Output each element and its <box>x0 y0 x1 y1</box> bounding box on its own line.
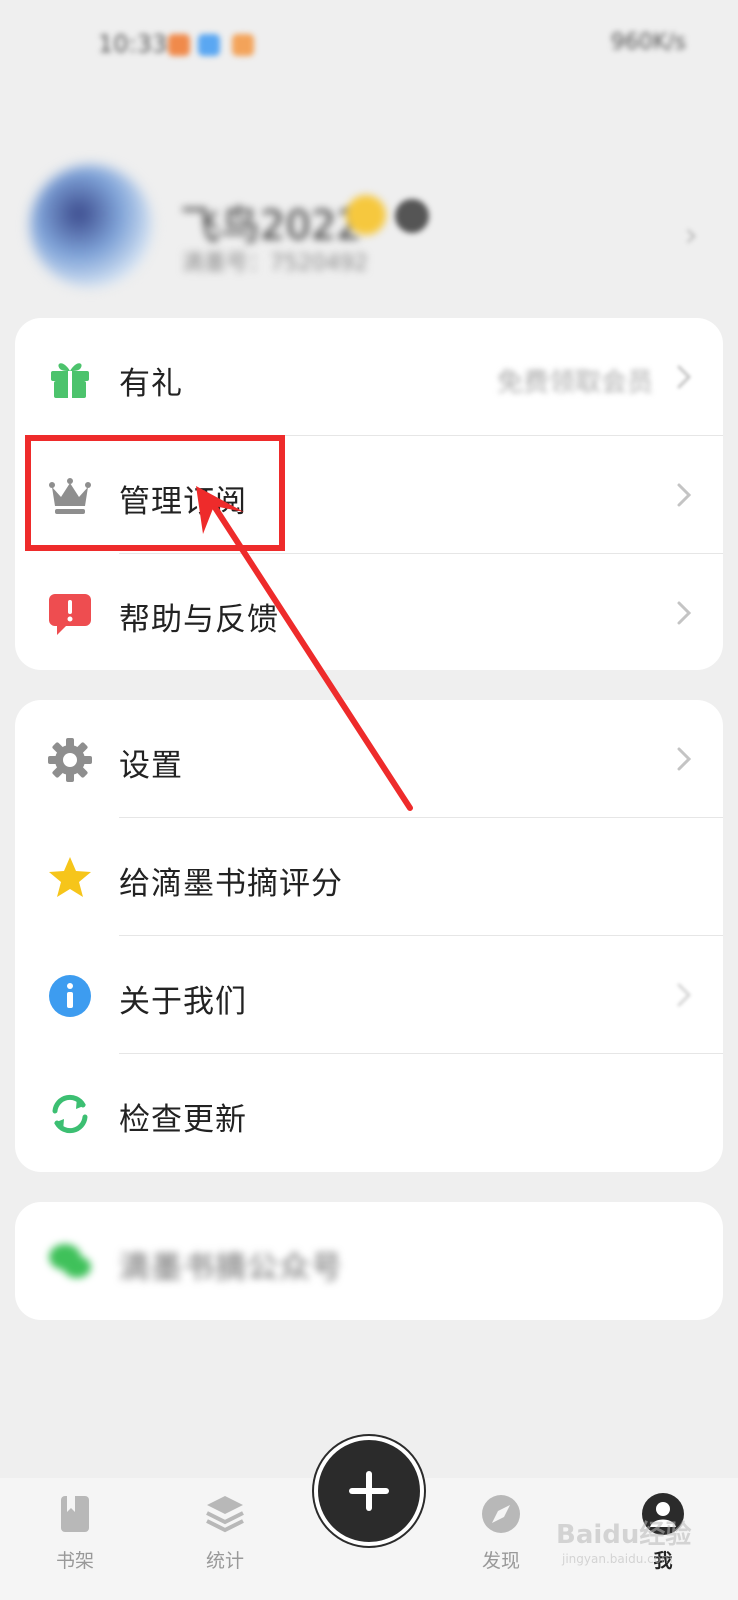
chevron-right-icon <box>677 601 692 625</box>
gift-icon <box>51 363 89 398</box>
menu-item-rate-app[interactable]: 给滴墨书摘评分 <box>15 818 723 936</box>
status-bar: 10:33 960K/s <box>0 0 738 90</box>
menu-item-label: 检查更新 <box>119 1102 247 1138</box>
profile-name: 飞鸟2022 <box>180 203 362 249</box>
nav-item-discover[interactable]: 发现 <box>446 1492 556 1592</box>
wechat-icon <box>49 1244 91 1278</box>
watermark: Baidu经验 jingyan.baidu.com <box>556 1500 726 1590</box>
profile-page: 10:33 960K/s 飞鸟2022 滴墨号：7520492 › 有礼 免费领… <box>0 0 738 1600</box>
profile-id: 滴墨号：7520492 <box>182 251 368 276</box>
profile-header[interactable]: 飞鸟2022 滴墨号：7520492 › <box>0 165 738 295</box>
nav-label: 统计 <box>205 1550 244 1572</box>
menu-item-label: 滴墨书摘公众号 <box>119 1250 343 1286</box>
chevron-right-icon <box>677 483 692 507</box>
menu-card-wechat: 滴墨书摘公众号 <box>15 1202 723 1320</box>
nav-item-bookshelf[interactable]: 书架 <box>20 1492 130 1592</box>
star-icon <box>49 857 91 897</box>
chevron-right-icon <box>677 747 692 771</box>
network-speed: 960K/s <box>610 30 686 55</box>
nav-label: 书架 <box>55 1550 94 1572</box>
nav-item-stats[interactable]: 统计 <box>170 1492 280 1592</box>
badge-icon <box>395 199 429 233</box>
menu-item-about-us[interactable]: 关于我们 <box>15 936 723 1054</box>
menu-item-label: 关于我们 <box>119 984 247 1020</box>
annotation-highlight-box <box>25 435 285 551</box>
menu-item-label: 设置 <box>119 748 183 784</box>
gear-icon <box>48 738 92 782</box>
menu-item-wechat-account[interactable]: 滴墨书摘公众号 <box>15 1202 723 1320</box>
menu-card-secondary: 设置 给滴墨书摘评分 关于我们 检查更新 <box>15 700 723 1172</box>
menu-item-settings[interactable]: 设置 <box>15 700 723 818</box>
stats-icon <box>206 1496 244 1533</box>
notification-icon <box>168 34 190 56</box>
menu-item-help-feedback[interactable]: 帮助与反馈 <box>15 554 723 672</box>
bookshelf-icon <box>61 1496 89 1532</box>
menu-item-label: 帮助与反馈 <box>119 602 279 638</box>
nav-label: 发现 <box>481 1550 520 1572</box>
plus-icon <box>349 1471 389 1511</box>
watermark-text: Baidu经验 <box>556 1520 692 1550</box>
emoji-icon <box>346 195 386 235</box>
chevron-right-icon: › <box>684 215 698 255</box>
refresh-icon <box>52 1094 88 1134</box>
notification-icon <box>198 34 220 56</box>
status-time: 10:33 <box>98 30 168 58</box>
gift-hint: 免费领取会员 <box>496 368 653 398</box>
avatar[interactable] <box>30 165 152 287</box>
watermark-subtext: jingyan.baidu.com <box>562 1552 673 1566</box>
notification-icon <box>232 34 254 56</box>
info-icon <box>49 975 91 1017</box>
menu-item-gift[interactable]: 有礼 免费领取会员 <box>15 318 723 436</box>
chevron-right-icon <box>677 365 692 389</box>
menu-item-check-update[interactable]: 检查更新 <box>15 1054 723 1172</box>
add-button[interactable] <box>314 1436 424 1546</box>
menu-item-label: 给滴墨书摘评分 <box>119 866 343 902</box>
compass-icon <box>482 1495 520 1533</box>
feedback-icon <box>49 594 91 635</box>
chevron-right-icon <box>677 983 692 1007</box>
menu-item-label: 有礼 <box>119 366 183 402</box>
